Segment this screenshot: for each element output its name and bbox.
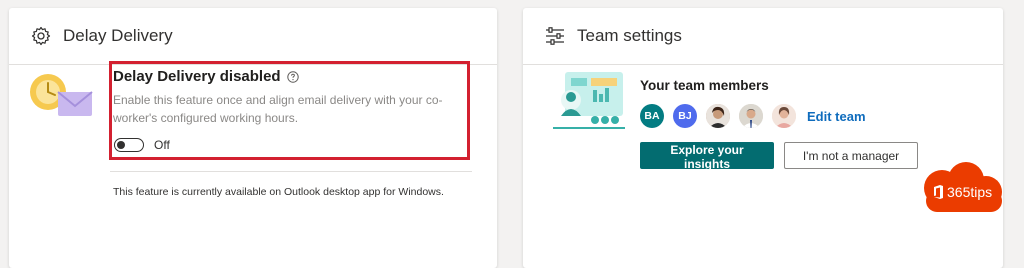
toggle-switch[interactable]: [114, 138, 144, 152]
setting-title: Delay Delivery disabled: [113, 68, 281, 85]
availability-note: This feature is currently available on O…: [113, 186, 444, 198]
watermark-label: 365tips: [933, 184, 992, 200]
team-settings-title: Team settings: [577, 26, 682, 45]
delay-delivery-setting: Delay Delivery disabled: [113, 68, 299, 85]
avatar[interactable]: BJ: [673, 104, 697, 128]
gear-icon: [31, 25, 53, 47]
team-members-heading: Your team members: [640, 78, 769, 93]
divider: [110, 171, 472, 172]
team-settings-header: Team settings: [523, 8, 1003, 65]
delay-delivery-title: Delay Delivery: [63, 26, 173, 45]
team-settings-card: Team settings: [523, 8, 1003, 268]
help-circle-icon[interactable]: [286, 70, 299, 83]
toggle-state-label: Off: [154, 138, 170, 152]
delay-delivery-header: Delay Delivery: [9, 8, 497, 65]
office-logo-icon: [934, 185, 943, 199]
team-members-list: BA BJ Edit team: [640, 104, 866, 128]
not-a-manager-button[interactable]: I'm not a manager: [784, 142, 918, 169]
avatar[interactable]: [739, 104, 763, 128]
delay-delivery-toggle[interactable]: Off: [114, 138, 170, 152]
team-insights-illustration: [553, 72, 625, 129]
setting-description: Enable this feature once and align email…: [113, 93, 443, 125]
clock-mail-illustration: [30, 74, 93, 116]
explore-insights-button[interactable]: Explore your insights: [640, 142, 774, 171]
watermark-text: 365tips: [947, 184, 993, 200]
avatar[interactable]: [772, 104, 796, 128]
sliders-icon: [545, 25, 567, 47]
avatar[interactable]: [706, 104, 730, 128]
avatar[interactable]: BA: [640, 104, 664, 128]
toggle-knob: [117, 140, 125, 149]
edit-team-link[interactable]: Edit team: [807, 109, 866, 124]
